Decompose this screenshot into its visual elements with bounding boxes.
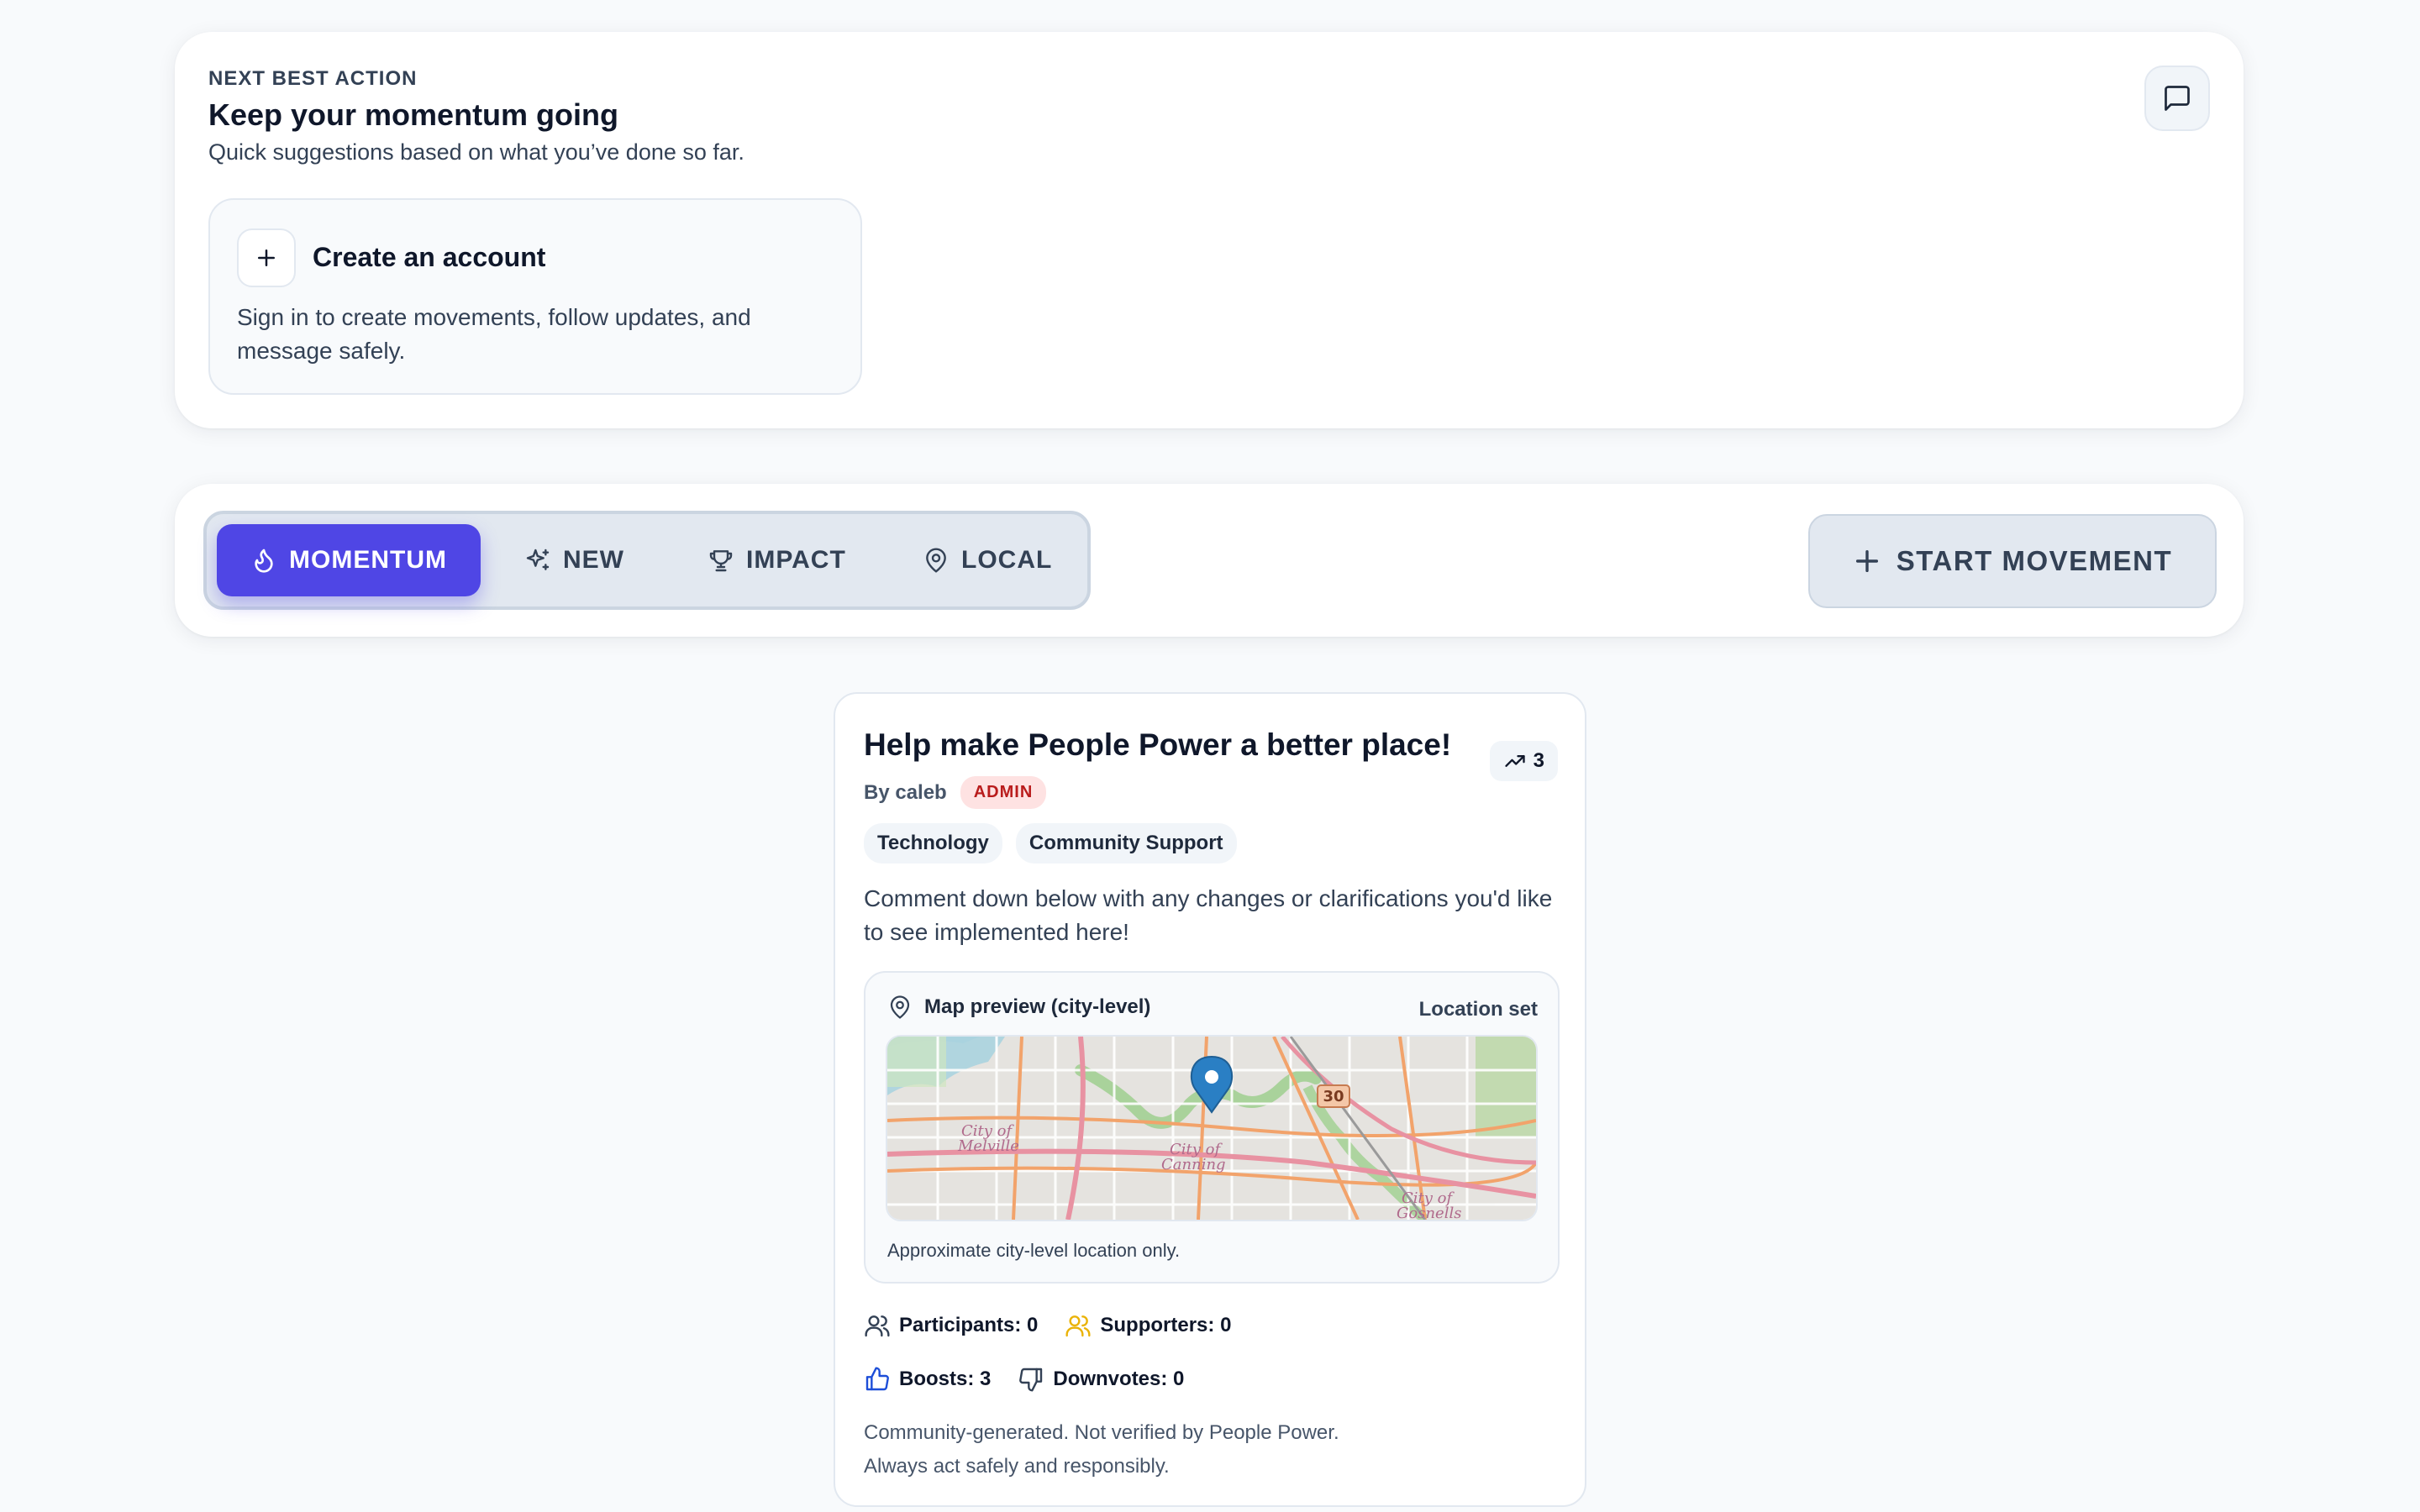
map-heading: Map preview (city-level)	[887, 995, 1150, 1020]
plus-icon	[258, 249, 275, 266]
plus-icon	[1855, 549, 1878, 573]
map-label-gosnells: City of Gosnells	[1397, 1189, 1461, 1220]
participation-stats: Participants: 0 Supporters: 0	[864, 1312, 1258, 1339]
movement-description: Comment down below with any changes or c…	[864, 885, 1553, 945]
tab-new[interactable]: NEW	[524, 524, 624, 596]
users-icon	[865, 1315, 890, 1337]
participants-count: Participants: 0	[899, 1314, 1039, 1336]
vote-stats: Boosts: 3 Downvotes: 0	[864, 1366, 1211, 1393]
downvotes-count: Downvotes: 0	[1053, 1368, 1185, 1390]
add-button[interactable]	[237, 228, 296, 287]
supporters-stat: Supporters: 0	[1065, 1312, 1231, 1339]
supporters-count: Supporters: 0	[1100, 1314, 1232, 1336]
feed-toolbar: MOMENTUM NEW IMPACT LOCAL START MOVEMENT	[175, 484, 2244, 637]
tab-label: LOCAL	[961, 546, 1053, 574]
start-movement-button[interactable]: START MOVEMENT	[1808, 514, 2217, 608]
downvote-button[interactable]: Downvotes: 0	[1018, 1366, 1184, 1393]
disclaimer-line: Community-generated. Not verified by Peo…	[864, 1421, 1339, 1444]
section-title: Keep your momentum going	[208, 97, 619, 132]
tab-label: MOMENTUM	[289, 546, 447, 574]
map-image[interactable]: City of Melville City of Canning City of Go…	[886, 1035, 1538, 1221]
map-route-label: 30	[1323, 1088, 1344, 1105]
message-square-icon	[2165, 86, 2190, 111]
trend-count: 3	[1533, 749, 1544, 772]
start-movement-label: START MOVEMENT	[1896, 545, 2173, 576]
tag-community-support[interactable]: Community Support	[1015, 823, 1237, 864]
disclaimer-line: Always act safely and responsibly.	[864, 1455, 1170, 1478]
location-status: Location set	[1418, 998, 1538, 1021]
map-label-canning: City of Canning	[1161, 1141, 1226, 1173]
map-pin-icon	[926, 548, 946, 573]
movement-title[interactable]: Help make People Power a better place!	[864, 727, 1451, 763]
section-subtitle: Quick suggestions based on what you’ve d…	[208, 139, 744, 165]
tab-label: IMPACT	[746, 546, 846, 574]
map-label-melville: City of Melville	[957, 1122, 1019, 1155]
flame-icon	[255, 549, 273, 573]
map-pin-icon	[890, 995, 910, 1019]
thumbs-down-icon	[1019, 1368, 1043, 1392]
tag-list: Technology Community Support	[864, 823, 1250, 864]
tag-technology[interactable]: Technology	[864, 823, 1002, 864]
byline: By caleb ADMIN	[864, 776, 1047, 809]
disclaimer: Community-generated. Not verified by Peo…	[864, 1416, 1452, 1483]
sparkles-icon	[526, 549, 550, 570]
sort-tabs: MOMENTUM NEW IMPACT LOCAL	[203, 511, 1091, 610]
map-note: Approximate city-level location only.	[887, 1240, 1181, 1261]
boosts-count: Boosts: 3	[899, 1368, 992, 1390]
users-icon	[1065, 1315, 1091, 1337]
movement-card[interactable]: Help make People Power a better place! 3…	[834, 692, 1586, 1507]
map-tiles: City of Melville City of Canning City of Go…	[887, 1037, 1536, 1220]
tab-local[interactable]: LOCAL	[923, 524, 1052, 596]
messages-button[interactable]	[2144, 66, 2210, 131]
trending-up-icon	[1504, 755, 1525, 767]
next-best-action-card: NEXT BEST ACTION Keep your momentum goin…	[175, 32, 2244, 428]
thumbs-up-icon	[865, 1367, 889, 1391]
admin-badge: ADMIN	[960, 776, 1047, 809]
tab-impact[interactable]: IMPACT	[708, 524, 846, 596]
participants-stat: Participants: 0	[864, 1312, 1038, 1339]
map-preview: Map preview (city-level) Location set Ci…	[864, 971, 1560, 1284]
trending-badge: 3	[1489, 741, 1558, 781]
section-eyebrow: NEXT BEST ACTION	[208, 67, 418, 90]
boost-button[interactable]: Boosts: 3	[864, 1366, 991, 1393]
trophy-icon	[709, 550, 733, 572]
create-account-suggestion[interactable]: Create an account Sign in to create move…	[208, 198, 862, 395]
suggestion-title: Create an account	[313, 242, 546, 272]
author-name[interactable]: By caleb	[864, 781, 947, 805]
tab-label: NEW	[563, 546, 624, 574]
suggestion-description: Sign in to create movements, follow upda…	[237, 304, 751, 364]
map-heading-label: Map preview (city-level)	[924, 995, 1151, 1018]
tab-momentum[interactable]: MOMENTUM	[217, 524, 481, 596]
